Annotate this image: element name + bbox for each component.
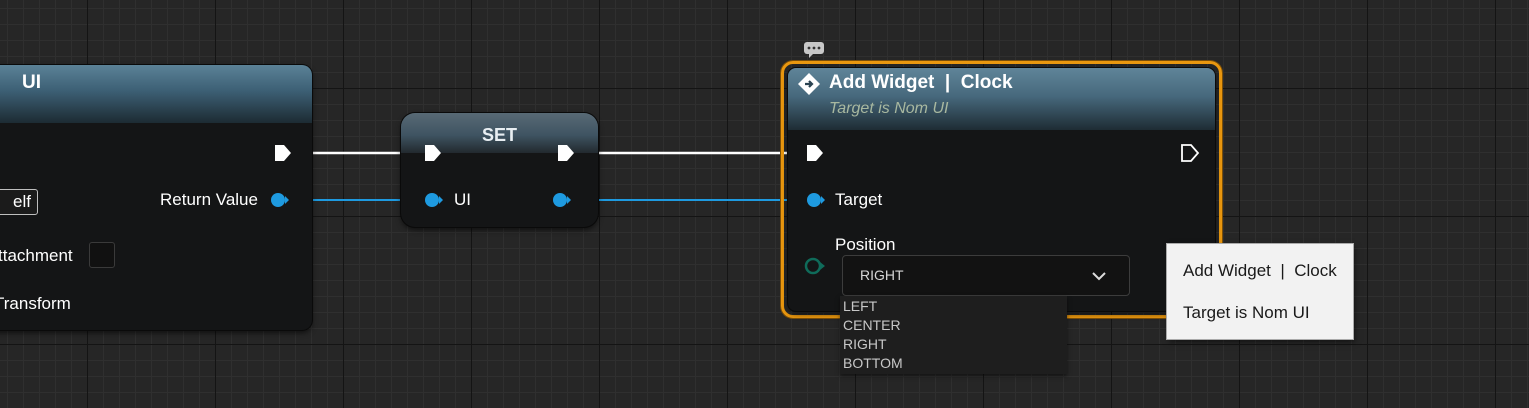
- create-widget-node[interactable]: [0, 65, 312, 330]
- option-right[interactable]: RIGHT: [843, 335, 887, 353]
- position-pin[interactable]: [804, 257, 826, 275]
- self-input[interactable]: elf: [0, 189, 38, 215]
- add-widget-subtitle: Target is Nom UI: [829, 100, 949, 117]
- node-tooltip: Add Widget | Clock Target is Nom UI: [1167, 244, 1353, 339]
- add-exec-out-pin[interactable]: [1180, 143, 1200, 163]
- option-center[interactable]: CENTER: [843, 316, 901, 334]
- set-exec-out-pin[interactable]: [556, 143, 576, 163]
- target-pin[interactable]: [806, 192, 826, 208]
- position-dropdown[interactable]: RIGHT: [842, 255, 1130, 296]
- attachment-label: ttachment: [0, 246, 73, 265]
- return-value-label: Return Value: [160, 190, 258, 209]
- set-ui-out-pin[interactable]: [552, 192, 572, 208]
- set-ui-in-pin[interactable]: [424, 192, 444, 208]
- node-header: [0, 65, 312, 123]
- set-exec-in-pin[interactable]: [423, 143, 443, 163]
- tooltip-title: Add Widget | Clock: [1183, 261, 1337, 280]
- tooltip-subtitle: Target is Nom UI: [1183, 303, 1310, 322]
- set-node-title: SET: [482, 125, 518, 145]
- position-selected-value: RIGHT: [860, 267, 904, 283]
- function-icon: [798, 73, 820, 95]
- add-widget-title: Add Widget | Clock: [829, 72, 1013, 93]
- add-exec-in-pin[interactable]: [805, 143, 825, 163]
- option-bottom[interactable]: BOTTOM: [843, 354, 903, 372]
- node-body: [0, 65, 312, 330]
- node-title: UI: [22, 72, 41, 93]
- attachment-checkbox[interactable]: [89, 242, 115, 268]
- target-label: Target: [835, 190, 883, 209]
- set-ui-label: UI: [454, 190, 471, 209]
- return-value-pin[interactable]: [270, 192, 290, 208]
- exec-out-pin[interactable]: [273, 143, 293, 163]
- chevron-down-icon: [1092, 272, 1106, 281]
- transform-label: Transform: [0, 294, 71, 313]
- option-left[interactable]: LEFT: [843, 297, 877, 315]
- comment-bubble-icon[interactable]: [803, 41, 825, 59]
- position-label: Position: [835, 235, 896, 254]
- position-options-list: LEFT CENTER RIGHT BOTTOM: [840, 296, 1067, 374]
